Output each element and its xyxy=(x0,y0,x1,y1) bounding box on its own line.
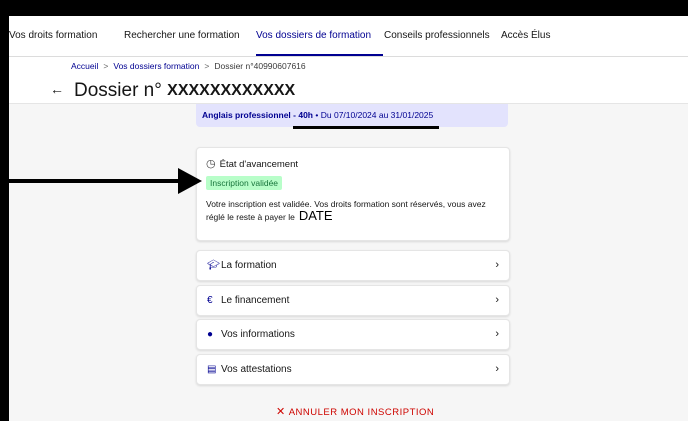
arrow-left-icon[interactable]: ← xyxy=(50,81,64,97)
chevron-right-icon: › xyxy=(495,363,499,375)
accordion-informations[interactable]: ● Vos informations › xyxy=(196,319,510,350)
nav-item-conseils-professionnels[interactable]: Conseils professionnels xyxy=(384,30,490,41)
training-summary-banner: Anglais professionnel - 40h • Du 07/10/2… xyxy=(196,104,508,127)
nav-active-indicator xyxy=(256,54,383,56)
cancel-registration-button[interactable]: ✕ ANNULER MON INSCRIPTION xyxy=(276,405,434,418)
accordion-formation[interactable]: 🎓︎ La formation › xyxy=(196,250,510,281)
nav-item-dossiers-formation[interactable]: Vos dossiers de formation xyxy=(256,30,371,41)
page-title: ← Dossier n° XXXXXXXXXXXX xyxy=(50,80,295,102)
black-frame-left xyxy=(0,0,9,421)
euro-icon: € xyxy=(207,295,213,306)
redaction-underline xyxy=(293,126,439,129)
chevron-right-icon: › xyxy=(495,328,499,340)
breadcrumb-separator: > xyxy=(204,61,210,71)
status-card: ◷ État d'avancement Inscription validée V… xyxy=(196,147,510,241)
status-message-text: Votre inscription est validée. Vos droit… xyxy=(206,199,486,222)
breadcrumb-dossiers-link[interactable]: Vos dossiers formation xyxy=(113,61,199,71)
breadcrumb: Accueil > Vos dossiers formation > Dossier n… xyxy=(71,61,306,71)
accordion-label-attestations: Vos attestations xyxy=(221,364,292,375)
course-dates: Du 07/10/2024 au 31/01/2025 xyxy=(320,110,434,120)
accordion-label-financement: Le financement xyxy=(221,295,290,306)
nav-item-droits-formation[interactable]: Vos droits formation xyxy=(9,30,97,41)
black-frame-top xyxy=(0,0,688,16)
course-title: Anglais professionnel - 40h xyxy=(202,110,313,120)
document-icon: ▤ xyxy=(207,364,217,375)
status-message: Votre inscription est validée. Vos droit… xyxy=(206,198,506,223)
accordion-attestations[interactable]: ▤ Vos attestations › xyxy=(196,354,510,385)
close-icon: ✕ xyxy=(276,406,286,418)
user-icon: ● xyxy=(207,329,214,340)
dossier-number-redacted: XXXXXXXXXXXX xyxy=(167,82,296,99)
nav-item-rechercher-formation[interactable]: Rechercher une formation xyxy=(124,30,240,41)
date-placeholder: DATE xyxy=(298,208,333,223)
accordion-label-informations: Vos informations xyxy=(221,329,295,340)
annotation-arrow-line xyxy=(9,179,179,183)
summary-bullet: • xyxy=(315,110,319,120)
breadcrumb-current: Dossier n°40990607616 xyxy=(214,61,306,71)
cancel-label: ANNULER MON INSCRIPTION xyxy=(288,407,435,418)
accordion-financement[interactable]: € Le financement › xyxy=(196,285,510,316)
accordion-label-formation: La formation xyxy=(221,260,277,271)
chevron-right-icon: › xyxy=(495,294,499,306)
nav-item-acces-elus[interactable]: Accès Élus xyxy=(501,30,550,41)
breadcrumb-home-link[interactable]: Accueil xyxy=(71,61,98,71)
page-title-prefix: Dossier n° xyxy=(74,80,162,101)
chevron-right-icon: › xyxy=(495,259,499,271)
graduation-cap-icon: 🎓︎ xyxy=(207,260,220,271)
main-navigation: Vos droits formation Rechercher une form… xyxy=(9,16,688,57)
status-title: État d'avancement xyxy=(219,159,298,170)
breadcrumb-separator: > xyxy=(103,61,109,71)
status-badge: Inscription validée xyxy=(206,176,283,190)
annotation-arrow-head xyxy=(178,168,202,194)
clock-icon: ◷ xyxy=(206,158,216,170)
